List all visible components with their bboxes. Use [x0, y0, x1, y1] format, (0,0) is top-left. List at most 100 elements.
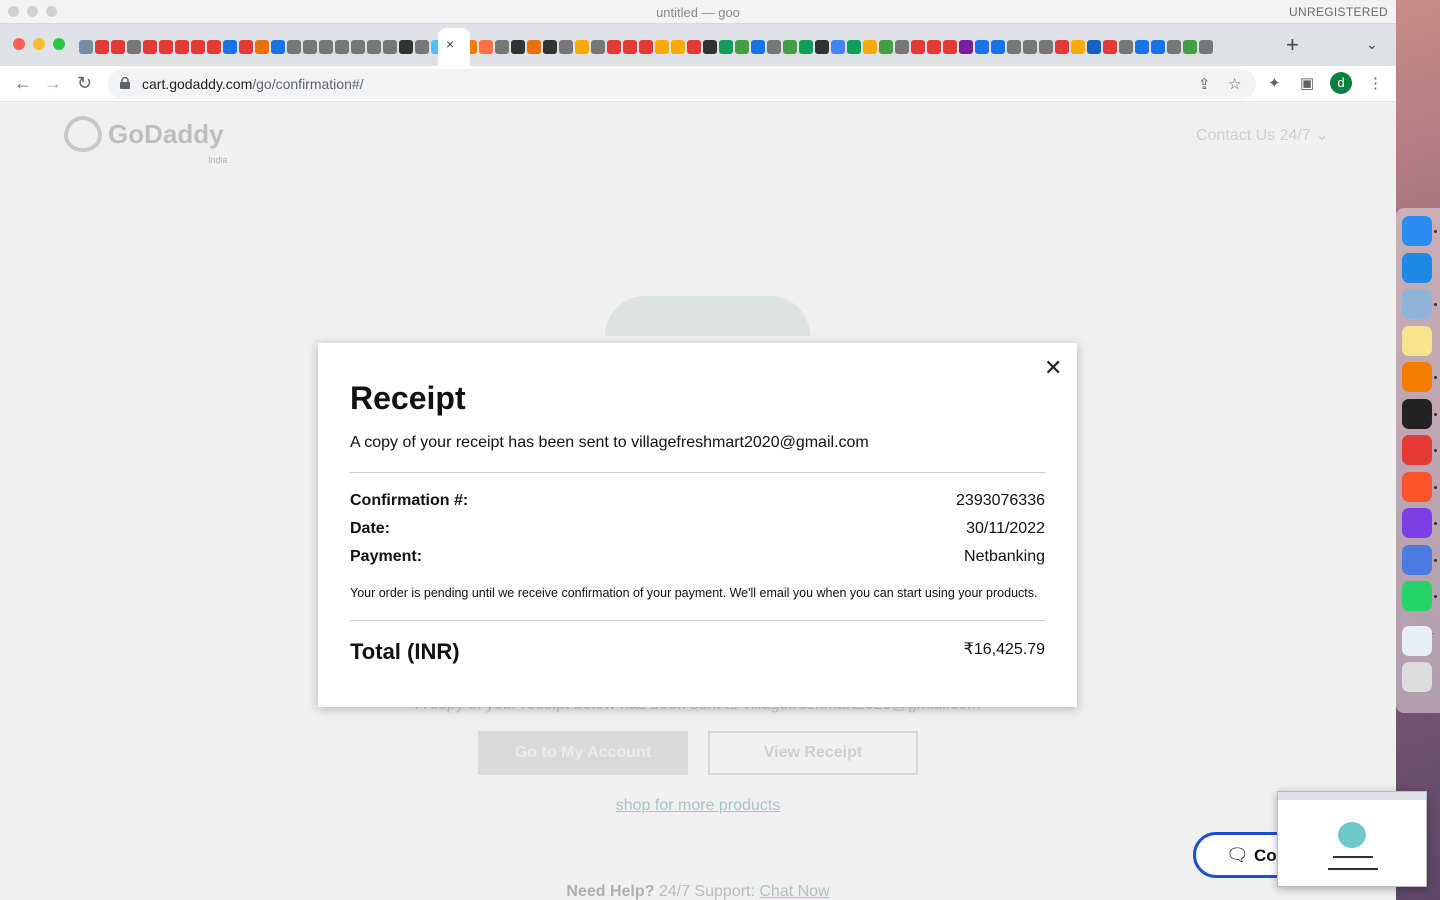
back-icon[interactable]: ←	[14, 73, 32, 94]
tab-favicon-icon[interactable]	[894, 40, 909, 54]
tab-favicon-icon[interactable]	[958, 40, 973, 54]
downloads-icon[interactable]	[1402, 625, 1432, 656]
share-icon[interactable]: ⇪	[1198, 75, 1211, 93]
tab-favicon-icon[interactable]	[334, 40, 349, 54]
tab-favicon-icon[interactable]	[766, 40, 781, 54]
tab-favicon-icon[interactable]	[1166, 40, 1181, 54]
tab-favicon-icon[interactable]	[1086, 40, 1101, 54]
tab-favicon-icon[interactable]	[542, 40, 557, 54]
tab-favicon-icon[interactable]	[1022, 40, 1037, 54]
tab-favicon-icon[interactable]	[350, 40, 365, 54]
tab-favicon-icon[interactable]	[526, 40, 541, 54]
tab-favicon-icon[interactable]	[494, 40, 509, 54]
tab-favicon-icon[interactable]	[318, 40, 333, 54]
safari-icon[interactable]	[1402, 252, 1432, 283]
tab-favicon-icon[interactable]	[1118, 40, 1133, 54]
sublime-text-icon[interactable]	[1402, 362, 1432, 392]
finder-icon[interactable]	[1402, 216, 1432, 246]
tab-favicon-icon[interactable]	[1102, 40, 1117, 54]
tab-favicon-icon[interactable]	[686, 40, 701, 54]
tab-favicon-icon[interactable]	[846, 40, 861, 54]
tab-favicon-icon[interactable]	[1054, 40, 1069, 54]
address-bar[interactable]: cart.godaddy.com/go/confirmation#/ ⇪ ☆	[108, 69, 1256, 99]
tab-favicon-icon[interactable]	[606, 40, 621, 54]
tab-favicon-icon[interactable]	[238, 40, 253, 54]
tab-favicon-icon[interactable]	[798, 40, 813, 54]
tab-favicon-icon[interactable]	[830, 40, 845, 54]
side-panel-icon[interactable]: ▣	[1300, 74, 1314, 92]
tab-favicon-icon[interactable]	[510, 40, 525, 54]
tab-favicon-icon[interactable]	[574, 40, 589, 54]
tab-favicon-icon[interactable]	[174, 40, 189, 54]
close-tab-icon[interactable]: ×	[446, 36, 454, 52]
menu-kebab-icon[interactable]: ⋮	[1368, 74, 1383, 92]
tab-favicon-icon[interactable]	[654, 40, 669, 54]
reload-icon[interactable]: ↻	[77, 73, 92, 94]
tab-favicon-icon[interactable]	[286, 40, 301, 54]
tab-favicon-icon[interactable]	[814, 40, 829, 54]
tab-favicon-icon[interactable]	[222, 40, 237, 54]
tab-favicon-icon[interactable]	[990, 40, 1005, 54]
brave-icon[interactable]	[1402, 471, 1432, 502]
tab-favicon-icon[interactable]	[398, 40, 413, 54]
tab-favicon-icon[interactable]	[382, 40, 397, 54]
tab-favicon-icon[interactable]	[254, 40, 269, 54]
tab-favicon-icon[interactable]	[478, 40, 493, 54]
tab-favicon-icon[interactable]	[1134, 40, 1149, 54]
tab-favicon-icon[interactable]	[1150, 40, 1165, 54]
tab-favicon-icon[interactable]	[1182, 40, 1197, 54]
tab-favicon-icon[interactable]	[926, 40, 941, 54]
notes-icon[interactable]	[1402, 325, 1432, 356]
close-window-button[interactable]	[13, 38, 25, 50]
tab-favicon-icon[interactable]	[878, 40, 893, 54]
tab-favicon-icon[interactable]	[190, 40, 205, 54]
tab-favicon-icon[interactable]	[110, 40, 125, 54]
chrome-icon[interactable]	[1402, 435, 1432, 465]
tab-favicon-icon[interactable]	[590, 40, 605, 54]
bookmark-star-icon[interactable]: ☆	[1228, 75, 1241, 93]
tab-favicon-icon[interactable]	[702, 40, 717, 54]
tab-favicon-icon[interactable]	[974, 40, 989, 54]
tab-favicon-icon[interactable]	[94, 40, 109, 54]
minimize-window-button[interactable]	[33, 38, 45, 50]
tab-favicon-icon[interactable]	[206, 40, 221, 54]
tab-favicon-icon[interactable]	[126, 40, 141, 54]
profile-avatar[interactable]: d	[1330, 72, 1352, 94]
screenshot-thumbnail[interactable]	[1277, 791, 1427, 887]
tab-search-button[interactable]: ⌄	[1366, 36, 1378, 53]
extensions-icon[interactable]: ✦	[1268, 74, 1281, 92]
tab-favicon-icon[interactable]	[1038, 40, 1053, 54]
chromium-icon[interactable]	[1402, 544, 1432, 575]
preview-icon[interactable]	[1402, 289, 1432, 319]
tab-favicon-icon[interactable]	[558, 40, 573, 54]
tab-favicon-icon[interactable]	[734, 40, 749, 54]
tab-favicon-icon[interactable]	[862, 40, 877, 54]
tab-favicon-icon[interactable]	[622, 40, 637, 54]
new-tab-button[interactable]: +	[1286, 32, 1299, 58]
tab-favicon-icon[interactable]	[942, 40, 957, 54]
tab-favicon-icon[interactable]	[1198, 40, 1213, 54]
tab-favicon-icon[interactable]	[910, 40, 925, 54]
tab-favicon-icon[interactable]	[638, 40, 653, 54]
tab-favicon-icon[interactable]	[1070, 40, 1085, 54]
tab-favicon-icon[interactable]	[78, 40, 93, 54]
whatsapp-icon[interactable]	[1402, 581, 1432, 611]
tab-favicon-icon[interactable]	[270, 40, 285, 54]
forward-icon[interactable]: →	[44, 73, 62, 94]
zoom-window-button[interactable]	[53, 38, 65, 50]
tab-favicon-icon[interactable]	[158, 40, 173, 54]
tab-favicon-icon[interactable]	[670, 40, 685, 54]
tab-active[interactable]: ×	[438, 28, 470, 66]
tab-favicon-icon[interactable]	[718, 40, 733, 54]
trash-icon[interactable]	[1402, 662, 1432, 692]
tab-favicon-icon[interactable]	[1006, 40, 1021, 54]
tab-favicon-icon[interactable]	[414, 40, 429, 54]
close-icon[interactable]: ✕	[1044, 355, 1062, 381]
firefox-icon[interactable]	[1402, 508, 1432, 538]
tab-favicon-icon[interactable]	[750, 40, 765, 54]
terminal-icon[interactable]	[1402, 398, 1432, 429]
tab-favicon-icon[interactable]	[366, 40, 381, 54]
tab-favicon-icon[interactable]	[782, 40, 797, 54]
tab-favicon-icon[interactable]	[142, 40, 157, 54]
tab-favicon-icon[interactable]	[302, 40, 317, 54]
